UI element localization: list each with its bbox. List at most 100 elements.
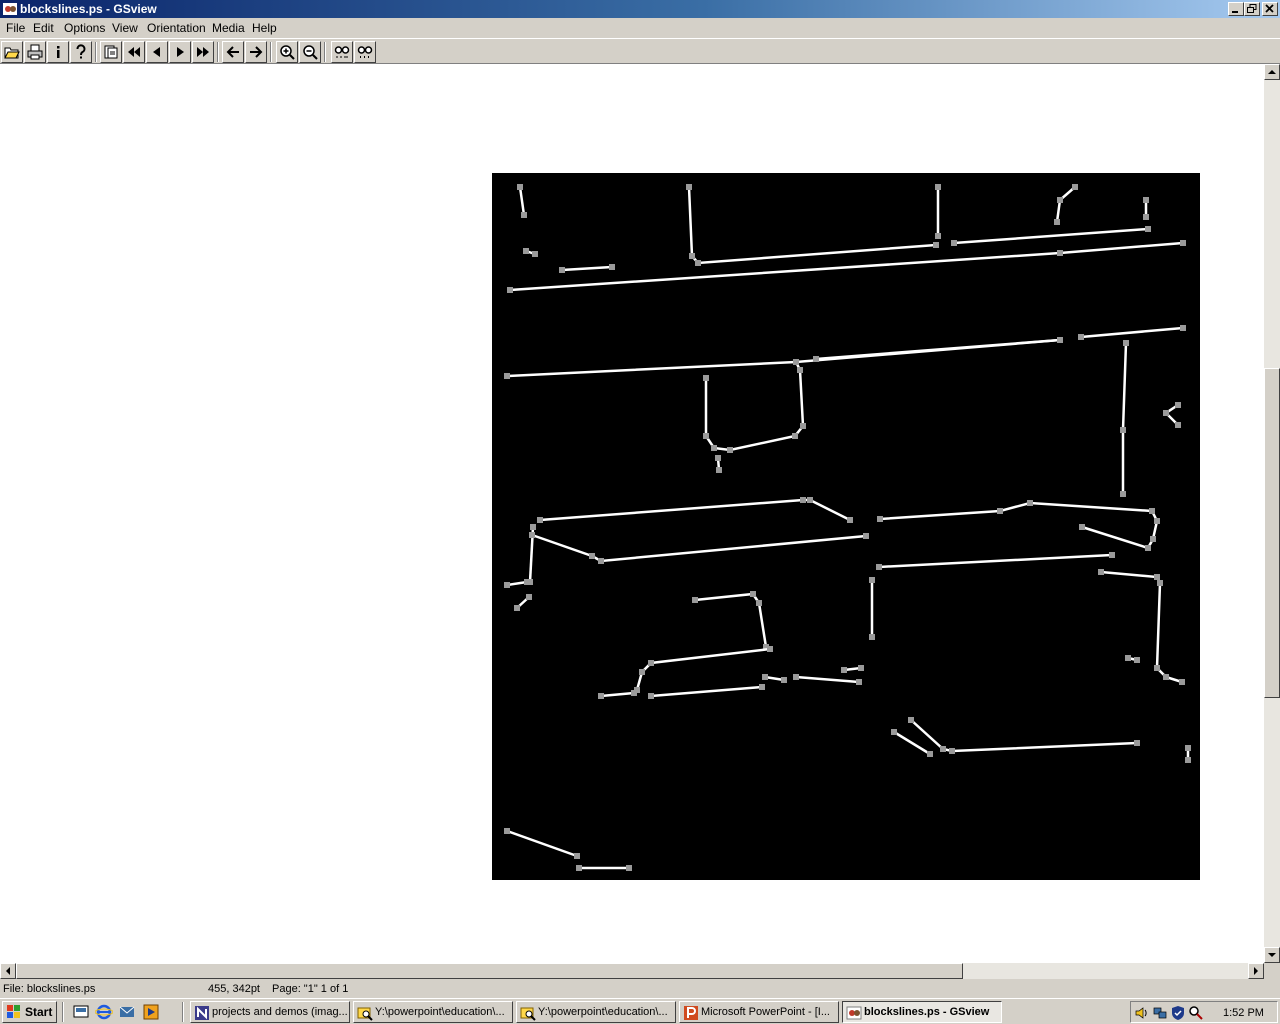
show-desktop-icon[interactable] [72,1003,90,1021]
print-button[interactable] [24,41,46,63]
first-page-button[interactable] [123,41,145,63]
line-node [1123,340,1129,346]
back-icon [226,46,239,58]
line-node [877,516,883,522]
info-button[interactable] [47,41,69,63]
security-shield-icon[interactable] [1170,1005,1186,1021]
help-button[interactable] [70,41,92,63]
vertical-scroll-thumb[interactable] [1264,368,1280,698]
line-node [792,433,798,439]
line-segment [600,691,635,698]
line-node [692,597,698,603]
goto-page-button[interactable] [100,41,122,63]
status-bar: File: blockslines.ps 455, 342pt Page: "1… [0,980,1280,998]
task-gsview[interactable]: blockslines.ps - GSview [842,1001,1002,1023]
line-node [1157,580,1163,586]
internet-explorer-icon[interactable] [95,1003,113,1021]
first-page-icon [128,47,140,57]
menu-media[interactable]: Media [212,21,245,35]
line-node [1150,536,1156,542]
task-explorer-2[interactable]: Y:\powerpoint\education\... [516,1001,676,1023]
menu-file[interactable]: File [6,21,25,35]
zoom-in-icon [280,45,295,60]
line-node [797,367,803,373]
vertical-scrollbar[interactable] [1264,64,1280,963]
minimize-icon [1232,11,1238,13]
task-explorer-1[interactable]: Y:\powerpoint\education\... [353,1001,513,1023]
gsview-app-icon[interactable] [2,1,18,17]
line-node [1134,657,1140,663]
network-icon[interactable] [1152,1005,1168,1021]
restore-button[interactable] [1244,2,1260,16]
search-tray-icon[interactable] [1188,1005,1204,1021]
start-button[interactable]: Start [2,1001,57,1023]
previous-page-button[interactable] [146,41,168,63]
line-node [1098,569,1104,575]
scroll-right-button[interactable] [1248,963,1264,979]
line-node [1180,325,1186,331]
horizontal-scroll-thumb[interactable] [16,963,963,979]
task-powerpoint[interactable]: Microsoft PowerPoint - [I... [679,1001,839,1023]
outlook-icon[interactable] [118,1003,136,1021]
line-node [949,748,955,754]
find-next-button[interactable] [354,41,376,63]
line-node [1163,410,1169,416]
menu-options[interactable]: Options [64,21,105,35]
line-node [1154,665,1160,671]
line-node [504,582,510,588]
previous-page-icon [153,47,160,57]
explorer-search-icon [357,1007,373,1021]
close-button[interactable] [1262,2,1278,16]
scroll-down-button[interactable] [1264,947,1280,963]
document-viewport[interactable] [0,64,1264,963]
menu-view[interactable]: View [112,21,138,35]
line-node [523,248,529,254]
line-node [951,240,957,246]
line-node [609,264,615,270]
line-node [1057,250,1063,256]
restore-icon [1247,4,1257,13]
line-segment [795,675,860,684]
line-segment [815,338,1061,361]
line-node [800,423,806,429]
title-bar: blockslines.ps - GSview [0,0,1280,18]
line-node [1179,679,1185,685]
line-drawing [504,184,1191,871]
menu-orientation[interactable]: Orientation [147,21,206,35]
line-segment [531,533,867,563]
line-node [1120,491,1126,497]
menu-edit[interactable]: Edit [33,21,54,35]
next-page-button[interactable] [169,41,191,63]
line-node [781,677,787,683]
line-node [1163,674,1169,680]
last-page-button[interactable] [192,41,214,63]
scroll-up-button[interactable] [1264,64,1280,80]
line-node [1079,524,1085,530]
line-segment [1100,570,1183,684]
line-node [1078,334,1084,340]
volume-icon[interactable] [1134,1005,1150,1021]
line-node [762,674,768,680]
line-node [891,729,897,735]
zoom-out-button[interactable] [299,41,321,63]
line-node [686,184,692,190]
menu-help[interactable]: Help [252,21,277,35]
task-label: Y:\powerpoint\education\... [538,1006,668,1018]
open-button[interactable] [1,41,23,63]
task-projects-and-demos[interactable]: projects and demos (imag... [190,1001,350,1023]
line-node [1185,757,1191,763]
media-player-icon[interactable] [142,1003,160,1021]
line-node [1175,422,1181,428]
minimize-button[interactable] [1228,2,1244,16]
find-text-button[interactable] [331,41,353,63]
line-node [504,373,510,379]
line-node [927,751,933,757]
forward-button[interactable] [245,41,267,63]
scroll-left-button[interactable] [0,963,16,979]
zoom-in-button[interactable] [276,41,298,63]
line-segment [650,685,763,698]
info-icon [57,46,60,58]
line-node [689,253,695,259]
horizontal-scrollbar[interactable] [0,963,1264,979]
back-button[interactable] [222,41,244,63]
